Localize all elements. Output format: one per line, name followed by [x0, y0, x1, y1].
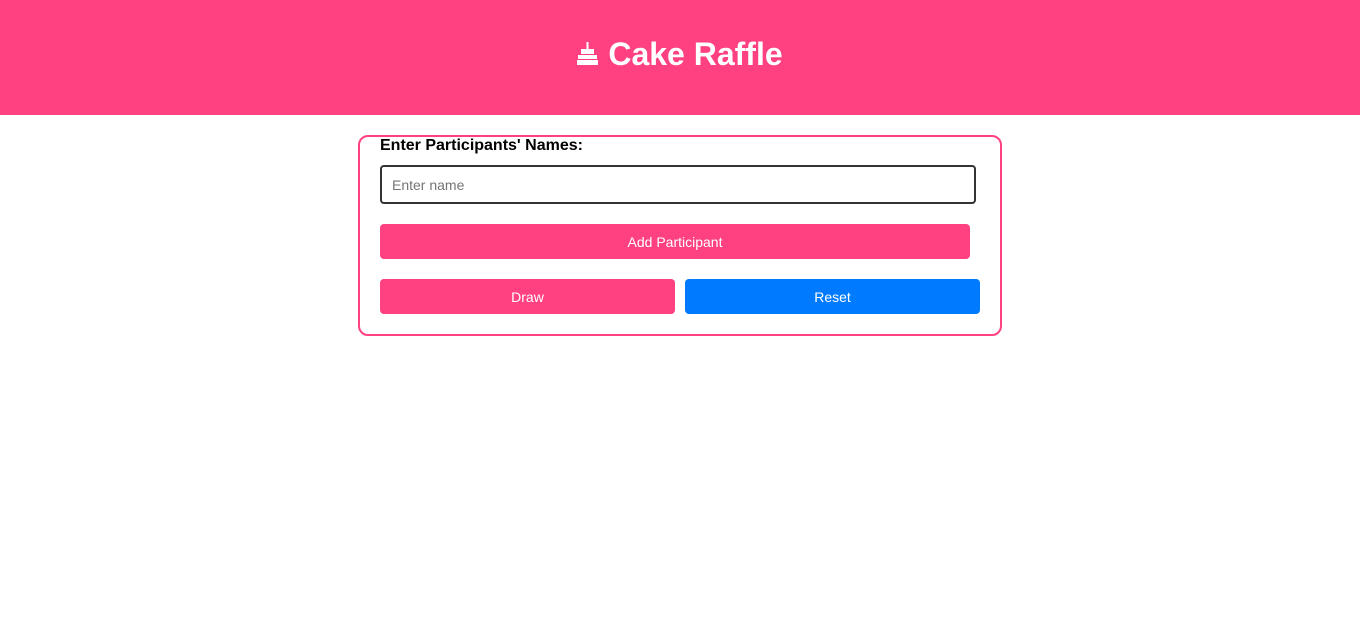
page-title: Cake Raffle	[577, 35, 783, 73]
draw-button[interactable]: Draw	[380, 279, 675, 314]
participant-form-card: Enter Participants' Names: Add Participa…	[358, 135, 1002, 336]
app-title-text: Cake Raffle	[608, 35, 783, 72]
add-participant-button[interactable]: Add Participant	[380, 224, 970, 259]
participants-label: Enter Participants' Names:	[380, 137, 583, 154]
reset-button[interactable]: Reset	[685, 279, 980, 314]
name-input[interactable]	[380, 165, 976, 204]
app-header: Cake Raffle	[0, 0, 1360, 115]
cake-icon	[577, 42, 599, 66]
